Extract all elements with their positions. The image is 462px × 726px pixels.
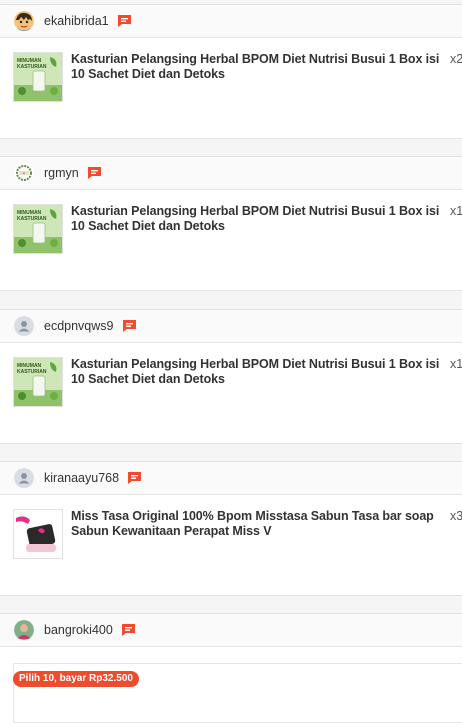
buyer-username[interactable]: kiranaayu768 [44,471,119,485]
product-thumbnail[interactable]: MINUMAN KASTURIAN [13,52,63,102]
buyer-username[interactable]: bangroki400 [44,623,113,637]
order-item-row[interactable]: MINUMAN KASTURIAN Kasturian Pelangsing H… [0,190,462,291]
order-card: R rgmyn MINUMAN KASTURIAN Kasturian Pela… [0,156,462,291]
chat-icon[interactable] [122,319,137,333]
item-quantity: x3 [450,509,462,523]
item-quantity: x1 [450,357,462,371]
chat-icon[interactable] [121,623,136,637]
item-quantity: x1 [450,204,462,218]
bundle-deal-badge: Pilih 10, bayar Rp32.500 [13,671,139,687]
chat-icon[interactable] [127,471,142,485]
buyer-username[interactable]: ekahibrida1 [44,14,109,28]
default-user-icon[interactable] [14,316,34,336]
order-header: ecdpnvqws9 [0,309,462,343]
product-name[interactable]: Kasturian Pelangsing Herbal BPOM Diet Nu… [71,357,449,387]
chat-icon[interactable] [87,166,102,180]
product-thumbnail[interactable]: MINUMAN KASTURIAN [13,357,63,407]
product-name[interactable]: Kasturian Pelangsing Herbal BPOM Diet Nu… [71,204,449,234]
product-name[interactable]: Kasturian Pelangsing Herbal BPOM Diet Nu… [71,52,449,82]
order-header: kiranaayu768 [0,461,462,495]
order-card: kiranaayu768 Miss Tasa Original 100% Bpo… [0,461,462,596]
order-header: bangroki400 [0,613,462,647]
order-card: ekahibrida1 MINUMAN KASTURIAN Kasturian … [0,4,462,139]
buyer-avatar[interactable] [14,11,34,31]
order-header: ekahibrida1 [0,4,462,38]
product-thumbnail[interactable]: MINUMAN KASTURIAN [13,204,63,254]
order-item-row[interactable]: Miss Tasa Original 100% Bpom Misstasa Sa… [0,495,462,596]
item-quantity: x2 [450,52,462,66]
default-user-icon[interactable] [14,468,34,488]
product-thumbnail[interactable] [13,509,63,559]
svg-text:KASTURIAN: KASTURIAN [17,369,47,375]
chat-icon[interactable] [117,14,132,28]
buyer-avatar[interactable] [14,620,34,640]
svg-text:KASTURIAN: KASTURIAN [17,64,47,70]
buyer-username[interactable]: rgmyn [44,166,79,180]
buyer-username[interactable]: ecdpnvqws9 [44,319,114,333]
order-item-row[interactable]: MINUMAN KASTURIAN Kasturian Pelangsing H… [0,343,462,444]
product-name[interactable]: Miss Tasa Original 100% Bpom Misstasa Sa… [71,509,449,539]
order-bundle-row: Pilih 10, bayar Rp32.500 [0,647,462,726]
svg-text:KASTURIAN: KASTURIAN [17,216,47,222]
order-item-row[interactable]: MINUMAN KASTURIAN Kasturian Pelangsing H… [0,38,462,139]
buyer-avatar[interactable]: R [14,163,34,183]
order-card: ecdpnvqws9 MINUMAN KASTURIAN Kasturian P… [0,309,462,444]
order-header: R rgmyn [0,156,462,190]
order-card: bangroki400 Pilih 10, bayar Rp32.500 [0,613,462,726]
order-list: ekahibrida1 MINUMAN KASTURIAN Kasturian … [0,0,462,726]
